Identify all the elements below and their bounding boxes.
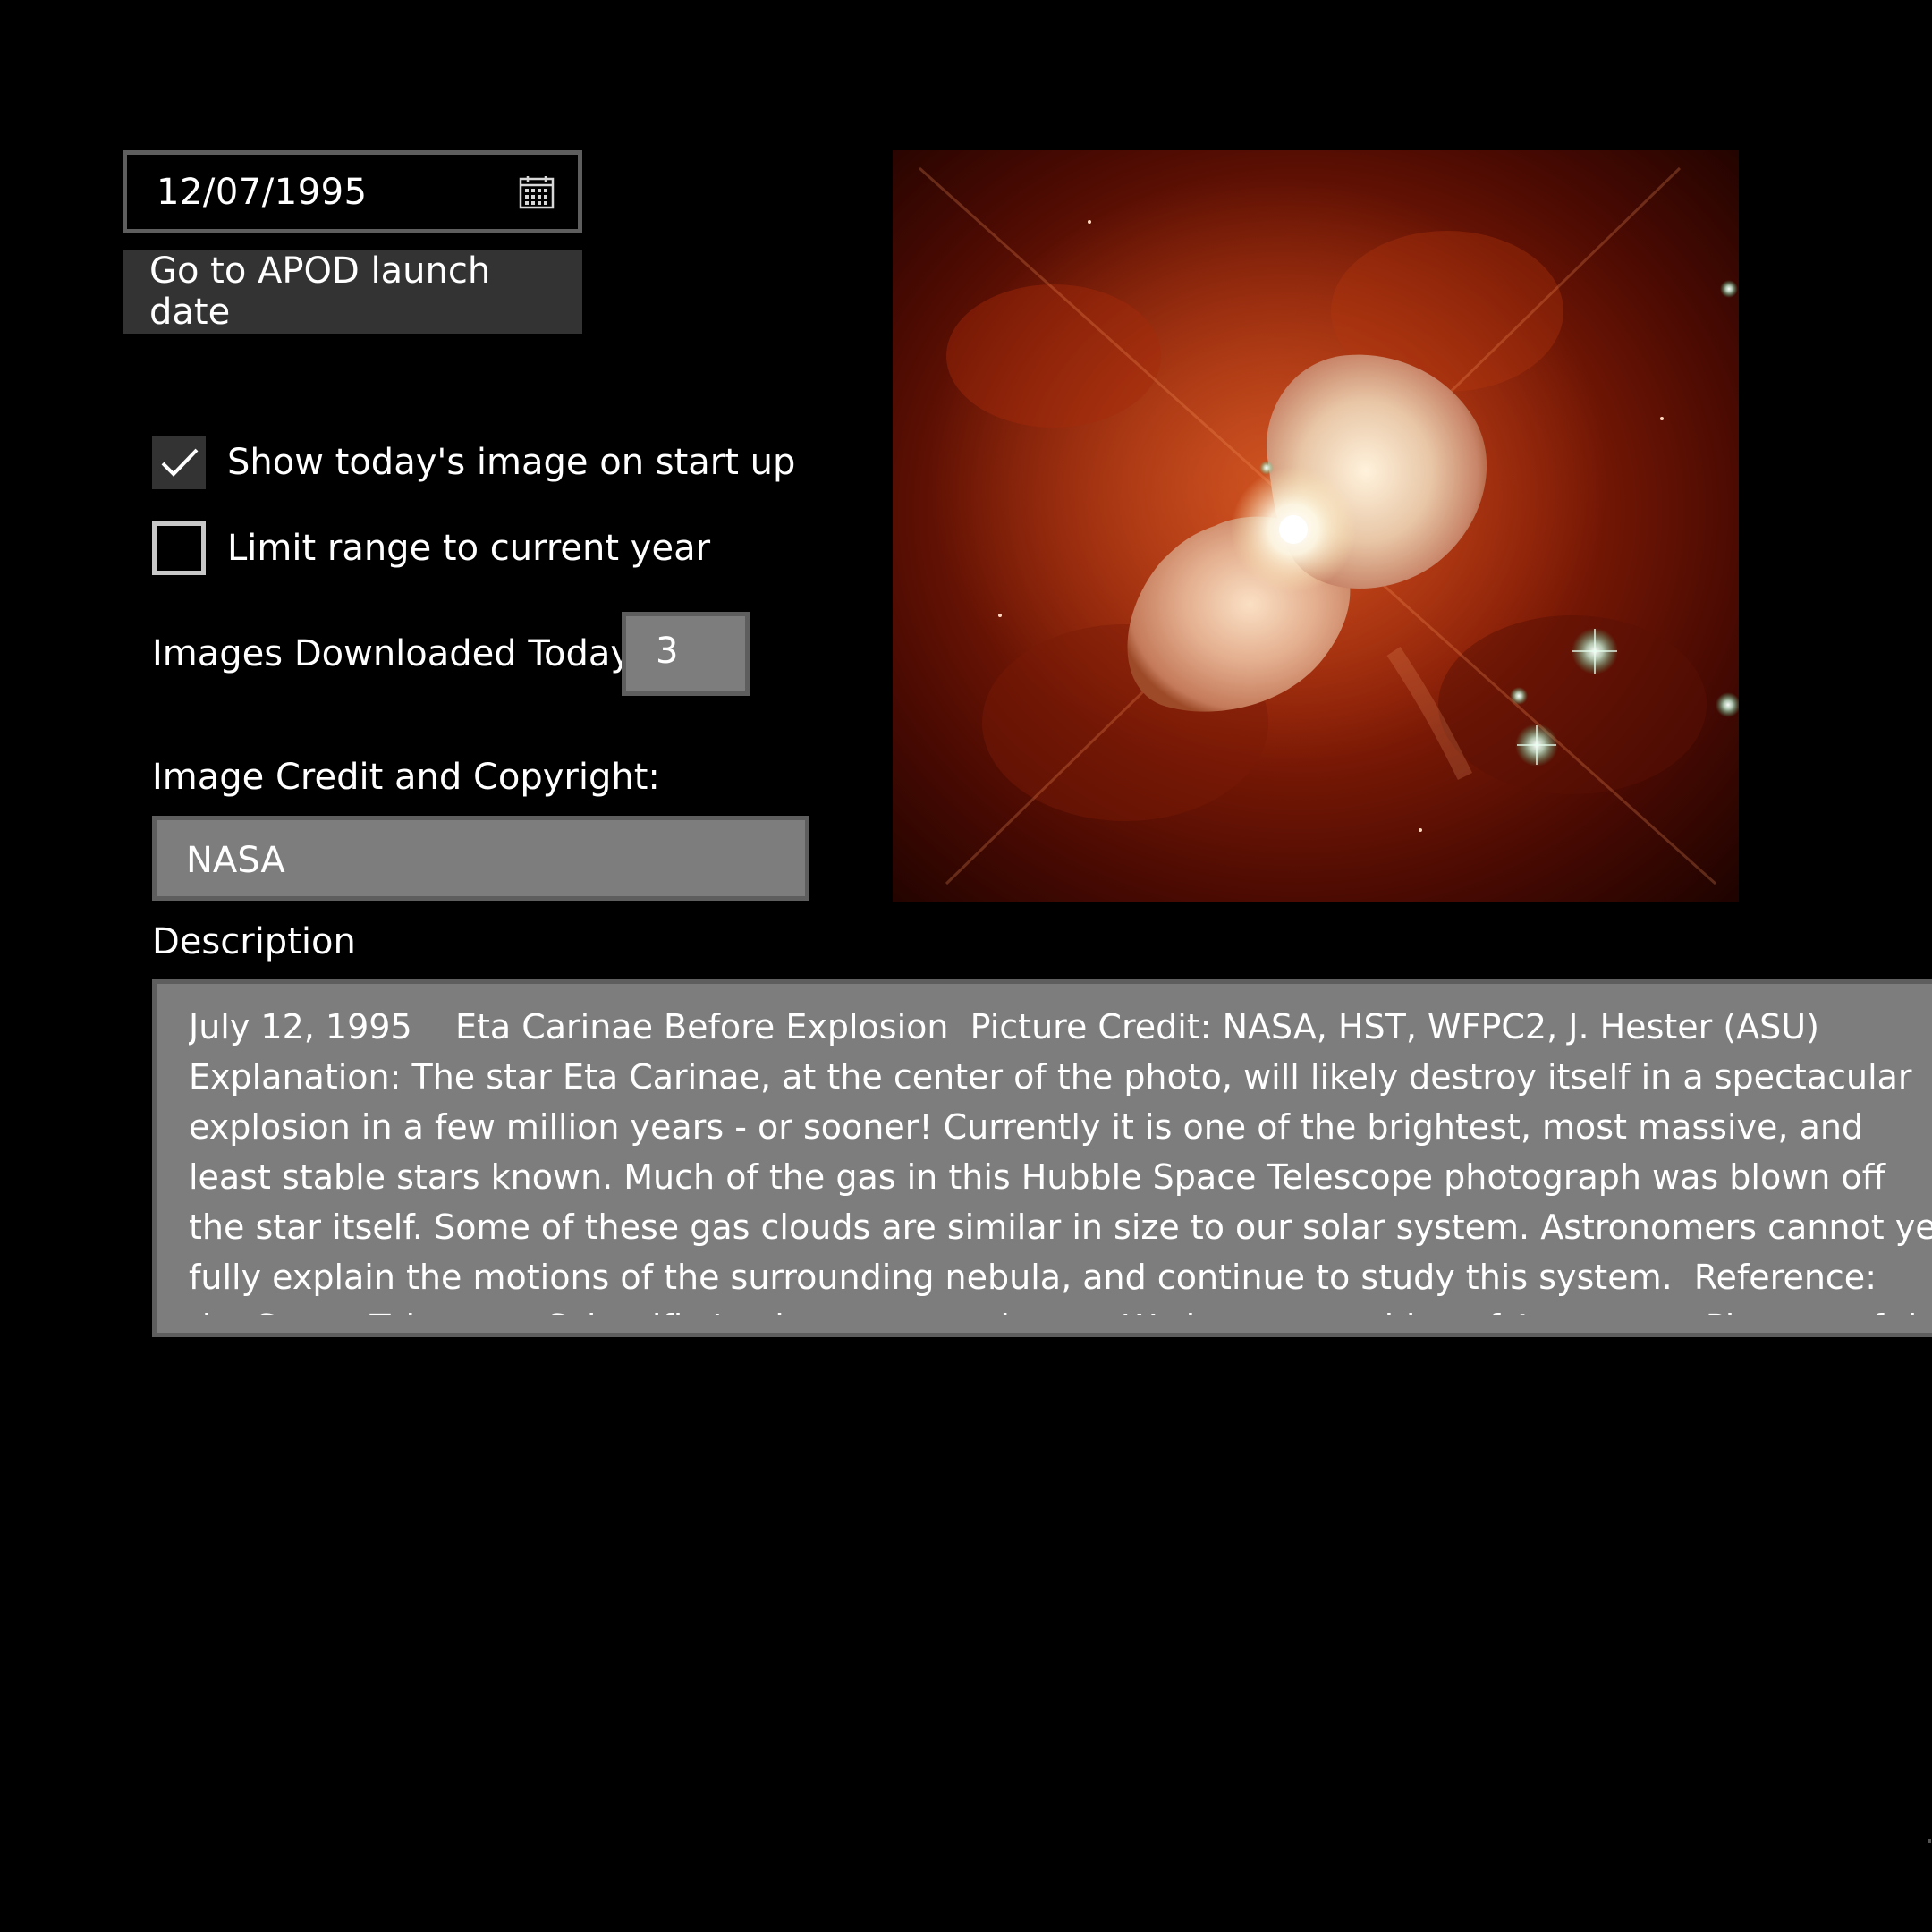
eta-carinae-image [893, 150, 1739, 902]
show-today-checkbox[interactable] [152, 436, 206, 489]
show-today-checkbox-row[interactable]: Show today's image on start up [152, 436, 795, 489]
date-picker[interactable]: 12/07/1995 [123, 150, 582, 233]
show-today-label: Show today's image on start up [227, 442, 796, 483]
apod-image [893, 150, 1739, 902]
go-to-launch-date-button[interactable]: Go to APOD launch date [123, 250, 582, 334]
edge-mark [1928, 1839, 1931, 1843]
limit-range-label: Limit range to current year [227, 528, 711, 569]
image-credit-value: NASA [186, 840, 285, 881]
images-downloaded-label: Images Downloaded Today: [152, 633, 641, 674]
apod-app-window: 12/07/1995 Go to APOD launch date Show t… [0, 0, 1932, 1932]
calendar-icon[interactable] [519, 175, 555, 209]
limit-range-checkbox-row[interactable]: Limit range to current year [152, 521, 710, 575]
description-label: Description [152, 921, 356, 962]
images-downloaded-field: 3 [622, 612, 750, 696]
image-credit-label: Image Credit and Copyright: [152, 757, 660, 798]
image-credit-field[interactable]: NASA [152, 816, 809, 901]
checkmark-icon [161, 448, 199, 477]
images-downloaded-value: 3 [656, 631, 679, 672]
description-text: July 12, 1995 Eta Carinae Before Explosi… [189, 1007, 1932, 1315]
description-field[interactable]: July 12, 1995 Eta Carinae Before Explosi… [152, 979, 1932, 1337]
date-picker-value: 12/07/1995 [157, 171, 368, 213]
limit-range-checkbox[interactable] [152, 521, 206, 575]
